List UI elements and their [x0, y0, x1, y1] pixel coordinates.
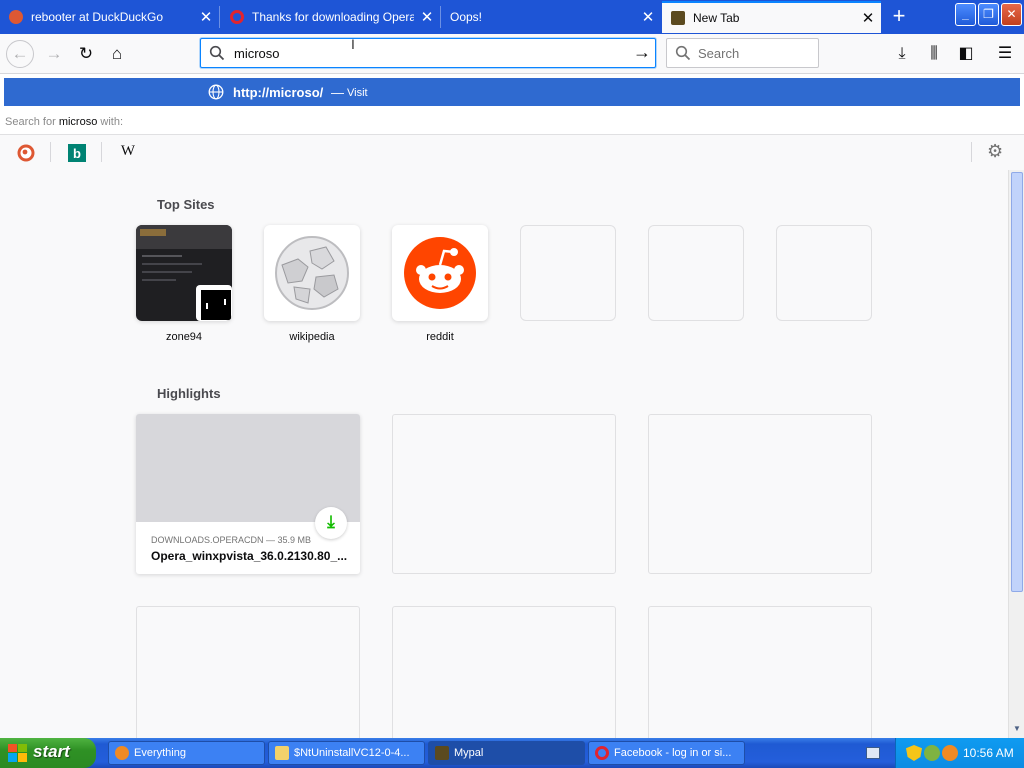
tab-oops[interactable]: Oops! ✕: [442, 1, 661, 33]
vertical-scrollbar[interactable]: ▼: [1008, 170, 1024, 738]
search-bar[interactable]: Search: [666, 38, 819, 68]
highlight-title: Opera_winxpvista_36.0.2130.80_...: [151, 549, 348, 563]
search-icon[interactable]: [942, 745, 958, 761]
new-tab-button[interactable]: +: [884, 4, 914, 30]
windows-logo-icon: [8, 744, 27, 762]
highlights-heading: Highlights: [157, 386, 221, 401]
taskbar-item-label: $NtUninstallVC12-0-4...: [294, 747, 410, 759]
taskbar-item-folder[interactable]: $NtUninstallVC12-0-4...: [268, 741, 425, 765]
wikipedia-icon[interactable]: W: [118, 143, 138, 163]
bing-icon[interactable]: b: [67, 143, 87, 163]
windows-taskbar: start Everything $NtUninstallVC12-0-4...…: [0, 738, 1024, 768]
taskbar-item-label: Everything: [134, 747, 186, 759]
top-site-reddit[interactable]: [392, 225, 488, 321]
tab-duckduckgo[interactable]: rebooter at DuckDuckGo ✕: [0, 1, 219, 33]
keyboard-icon[interactable]: [866, 747, 880, 759]
taskbar-item-label: Mypal: [454, 747, 484, 759]
reddit-icon: [404, 237, 476, 309]
folder-icon: [275, 746, 289, 760]
wikipedia-globe-icon: [275, 236, 349, 310]
download-icon: ⤓: [315, 507, 347, 539]
search-icon: [675, 45, 691, 61]
menu-icon[interactable]: ☰: [991, 40, 1019, 68]
close-tab-icon[interactable]: ✕: [635, 8, 661, 26]
suggestion-separator: —: [331, 85, 344, 100]
gear-icon[interactable]: ⚙: [987, 141, 1003, 162]
duckduckgo-icon: [9, 10, 23, 24]
url-bar[interactable]: microso I →: [200, 36, 656, 68]
go-arrow-icon[interactable]: →: [633, 42, 651, 63]
highlight-card-empty: [392, 414, 616, 574]
zone94-favicon: [196, 285, 232, 321]
taskbar-item-label: Facebook - log in or si...: [614, 747, 732, 759]
search-icon: [115, 746, 129, 760]
tab-opera[interactable]: Thanks for downloading Opera ✕: [221, 1, 440, 33]
top-site-label: wikipedia: [289, 331, 335, 343]
visit-url-suggestion[interactable]: http://microso/ — Visit: [4, 78, 1020, 106]
mypal-icon: [671, 11, 685, 25]
taskbar-item-everything[interactable]: Everything: [108, 741, 265, 765]
system-tray: 10:56 AM: [895, 738, 1024, 768]
network-icon[interactable]: [924, 745, 940, 761]
scroll-down-icon[interactable]: ▼: [1011, 724, 1023, 736]
top-sites-heading: Top Sites: [157, 197, 215, 212]
top-site-label: zone94: [165, 331, 203, 343]
scrollbar-thumb[interactable]: [1011, 172, 1023, 592]
top-site-empty: [776, 225, 872, 321]
opera-icon: [595, 746, 609, 760]
tab-title: New Tab: [693, 11, 740, 25]
reload-button[interactable]: ↻: [72, 40, 100, 68]
back-button[interactable]: ←: [6, 40, 34, 68]
tab-title: rebooter at DuckDuckGo: [31, 10, 164, 24]
globe-icon: [208, 84, 224, 100]
downloads-icon[interactable]: ⤓: [888, 40, 916, 68]
search-for-label: Search for microso with:: [5, 116, 124, 128]
forward-button[interactable]: →: [40, 40, 68, 68]
sidebar-icon[interactable]: ◧: [952, 40, 980, 68]
close-window-button[interactable]: ✕: [1001, 3, 1022, 26]
tab-title: Oops!: [450, 10, 483, 24]
highlight-context: DOWNLOADS.OPERACDN — 35.9 MB: [151, 535, 312, 545]
mypal-icon: [435, 746, 449, 760]
top-site-empty: [648, 225, 744, 321]
maximize-button[interactable]: ❐: [978, 3, 999, 26]
tab-strip: rebooter at DuckDuckGo ✕ Thanks for down…: [0, 0, 1024, 34]
minimize-button[interactable]: _: [955, 3, 976, 26]
text-cursor-icon: I: [351, 36, 355, 52]
top-site-label: reddit: [426, 331, 454, 343]
search-placeholder: Search: [698, 46, 740, 61]
top-site-zone94[interactable]: [136, 225, 232, 321]
top-site-wikipedia[interactable]: [264, 225, 360, 321]
suggestion-action: Visit: [347, 87, 368, 99]
taskbar-item-opera[interactable]: Facebook - log in or si...: [588, 741, 745, 765]
shield-icon[interactable]: [906, 745, 922, 761]
one-off-search-engines: b W ⚙: [0, 135, 1024, 170]
url-input[interactable]: microso: [234, 46, 280, 61]
clock: 10:56 AM: [963, 746, 1014, 760]
tab-new-tab[interactable]: New Tab ✕: [662, 1, 881, 33]
close-tab-icon[interactable]: ✕: [414, 8, 440, 26]
tab-title: Thanks for downloading Opera: [252, 10, 414, 24]
highlight-card-empty: [648, 414, 872, 574]
svg-text:b: b: [73, 146, 81, 161]
close-tab-icon[interactable]: ✕: [855, 9, 881, 27]
start-label: start: [33, 742, 70, 761]
opera-icon: [230, 10, 244, 24]
library-icon[interactable]: ⫼: [920, 40, 948, 68]
start-button[interactable]: start: [0, 738, 96, 768]
top-site-empty: [520, 225, 616, 321]
duckduckgo-icon[interactable]: [16, 143, 36, 163]
highlight-preview: [136, 414, 360, 522]
search-icon: [209, 45, 225, 61]
new-tab-page: Top Sites zone94 wikipedia reddit Highli…: [0, 170, 1008, 766]
navigation-toolbar: ← → ↻ ⌂ microso I → Search ⤓ ⫼ ◧ ☰: [0, 34, 1024, 74]
highlight-card-download[interactable]: ⤓ DOWNLOADS.OPERACDN — 35.9 MB Opera_win…: [136, 414, 360, 574]
close-tab-icon[interactable]: ✕: [193, 8, 219, 26]
url-autocomplete-popup: http://microso/ — Visit Search for micro…: [0, 74, 1024, 170]
home-button[interactable]: ⌂: [103, 40, 131, 68]
taskbar-item-mypal[interactable]: Mypal: [428, 741, 585, 765]
suggestion-url: http://microso/: [233, 85, 324, 100]
